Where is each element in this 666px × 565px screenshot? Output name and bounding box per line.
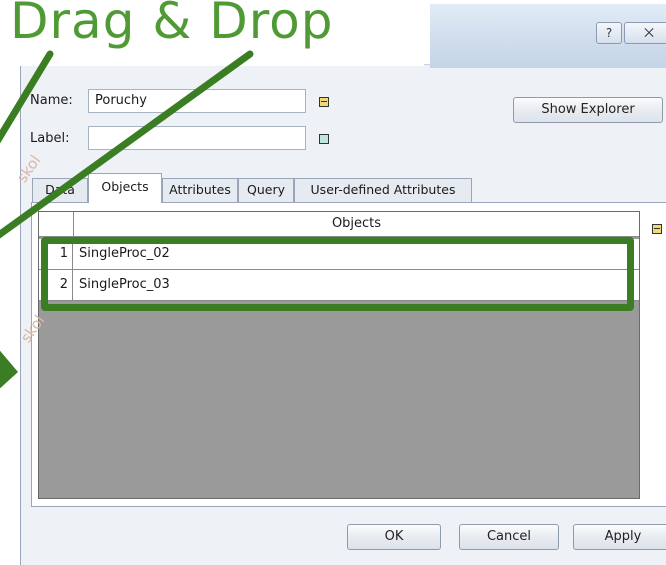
name-field[interactable]: Poruchy bbox=[88, 89, 306, 113]
show-explorer-button[interactable]: Show Explorer bbox=[513, 97, 663, 123]
cancel-button[interactable]: Cancel bbox=[459, 524, 559, 550]
tab-query[interactable]: Query bbox=[238, 178, 294, 202]
name-status-icon bbox=[319, 97, 329, 107]
objects-column-header[interactable]: Objects bbox=[74, 212, 639, 236]
close-button[interactable]: ⨉ bbox=[624, 22, 666, 44]
tab-attributes[interactable]: Attributes bbox=[162, 178, 238, 202]
arrow-head-icon bbox=[0, 350, 18, 389]
apply-button[interactable]: Apply bbox=[573, 524, 666, 550]
close-icon: ⨉ bbox=[644, 26, 654, 40]
tab-data[interactable]: Data bbox=[32, 178, 88, 202]
label-label: Label: bbox=[30, 131, 70, 146]
highlight-box bbox=[41, 237, 634, 311]
grid-corner bbox=[39, 212, 74, 236]
grid-header: Objects bbox=[39, 212, 639, 237]
tab-user-defined-attributes[interactable]: User-defined Attributes bbox=[294, 178, 472, 202]
label-field[interactable] bbox=[88, 126, 306, 150]
name-label: Name: bbox=[30, 93, 73, 108]
tab-objects[interactable]: Objects bbox=[88, 173, 162, 203]
objects-status-icon bbox=[652, 224, 662, 234]
help-icon: ? bbox=[605, 26, 613, 40]
help-button[interactable]: ? bbox=[596, 22, 622, 44]
drag-drop-heading: Drag & Drop bbox=[4, 0, 424, 66]
label-status-icon bbox=[319, 134, 329, 144]
ok-button[interactable]: OK bbox=[347, 524, 441, 550]
